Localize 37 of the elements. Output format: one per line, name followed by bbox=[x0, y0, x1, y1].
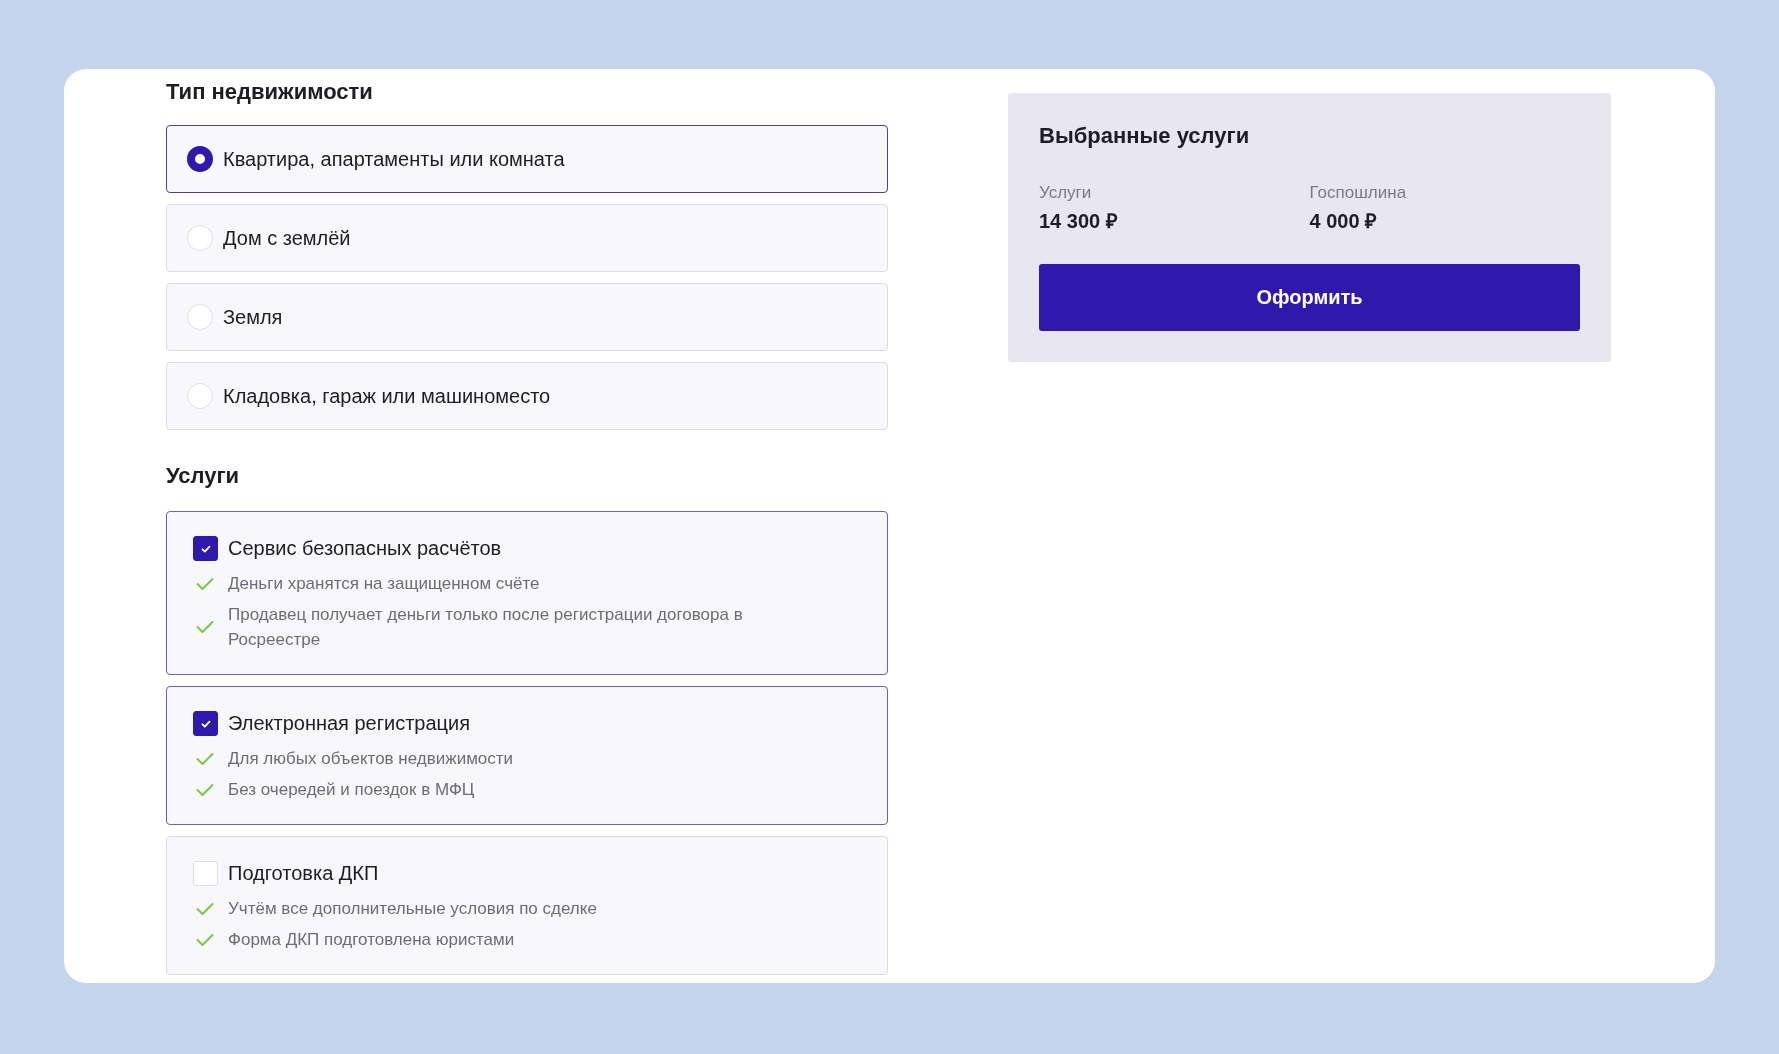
option-label: Квартира, апартаменты или комната bbox=[223, 147, 565, 171]
check-icon bbox=[196, 782, 214, 797]
price-value: 14 300 ₽ bbox=[1039, 209, 1119, 234]
service-card[interactable]: Сервис безопасных расчётов Деньги хранятся на защищенном счёте Продавец получает деньги только после регистрации договора в Росреестре bbox=[166, 511, 888, 675]
checkbox[interactable] bbox=[193, 711, 218, 736]
check-icon bbox=[196, 620, 214, 634]
radio-option[interactable]: Земля bbox=[166, 283, 888, 351]
radio-option[interactable]: Квартира, апартаменты или комната bbox=[166, 125, 888, 193]
service-title: Сервис безопасных расчётов bbox=[228, 537, 502, 560]
check-icon bbox=[196, 901, 214, 916]
price-label: Услуги bbox=[1039, 183, 1093, 203]
option-label: Дом с землёй bbox=[223, 226, 351, 250]
service-title: Подготовка ДКП bbox=[228, 862, 379, 885]
radio-button[interactable] bbox=[187, 146, 213, 172]
radio-option[interactable]: Дом с землёй bbox=[166, 204, 888, 272]
feature-text: Форма ДКП подготовлена юристами bbox=[228, 929, 515, 951]
section-title: Тип недвижимости bbox=[166, 79, 374, 105]
submit-button[interactable]: Оформить bbox=[1039, 264, 1580, 331]
service-card[interactable]: Подготовка ДКП Учтём все дополнительные условия по сделке Форма ДКП подготовлена юристами bbox=[166, 836, 888, 975]
feature-text: Деньги хранятся на защищенном счёте bbox=[228, 573, 540, 595]
check-icon bbox=[196, 932, 214, 947]
feature-text: Продавец получает деньги только после регистрации договора в Росреестре bbox=[228, 604, 744, 651]
check-icon bbox=[196, 576, 214, 591]
price-value: 4 000 ₽ bbox=[1309, 209, 1379, 234]
radio-option[interactable]: Кладовка, гараж или машиноместо bbox=[166, 362, 888, 430]
option-label: Земля bbox=[223, 305, 283, 329]
feature-text: Без очередей и поездок в МФЦ bbox=[228, 779, 475, 801]
price-label: Госпошлина bbox=[1309, 183, 1408, 203]
section-title: Услуги bbox=[166, 463, 241, 489]
option-label: Кладовка, гараж или машиноместо bbox=[223, 384, 551, 408]
service-title: Электронная регистрация bbox=[228, 712, 471, 735]
check-icon bbox=[196, 751, 214, 766]
checkbox[interactable] bbox=[193, 536, 218, 561]
service-card[interactable]: Электронная регистрация Для любых объектов недвижимости Без очередей и поездок в МФЦ bbox=[166, 686, 888, 825]
feature-text: Для любых объектов недвижимости bbox=[228, 748, 514, 770]
feature-text: Учтём все дополнительные условия по сделке bbox=[228, 898, 597, 920]
summary-title: Выбранные услуги bbox=[1039, 123, 1251, 149]
